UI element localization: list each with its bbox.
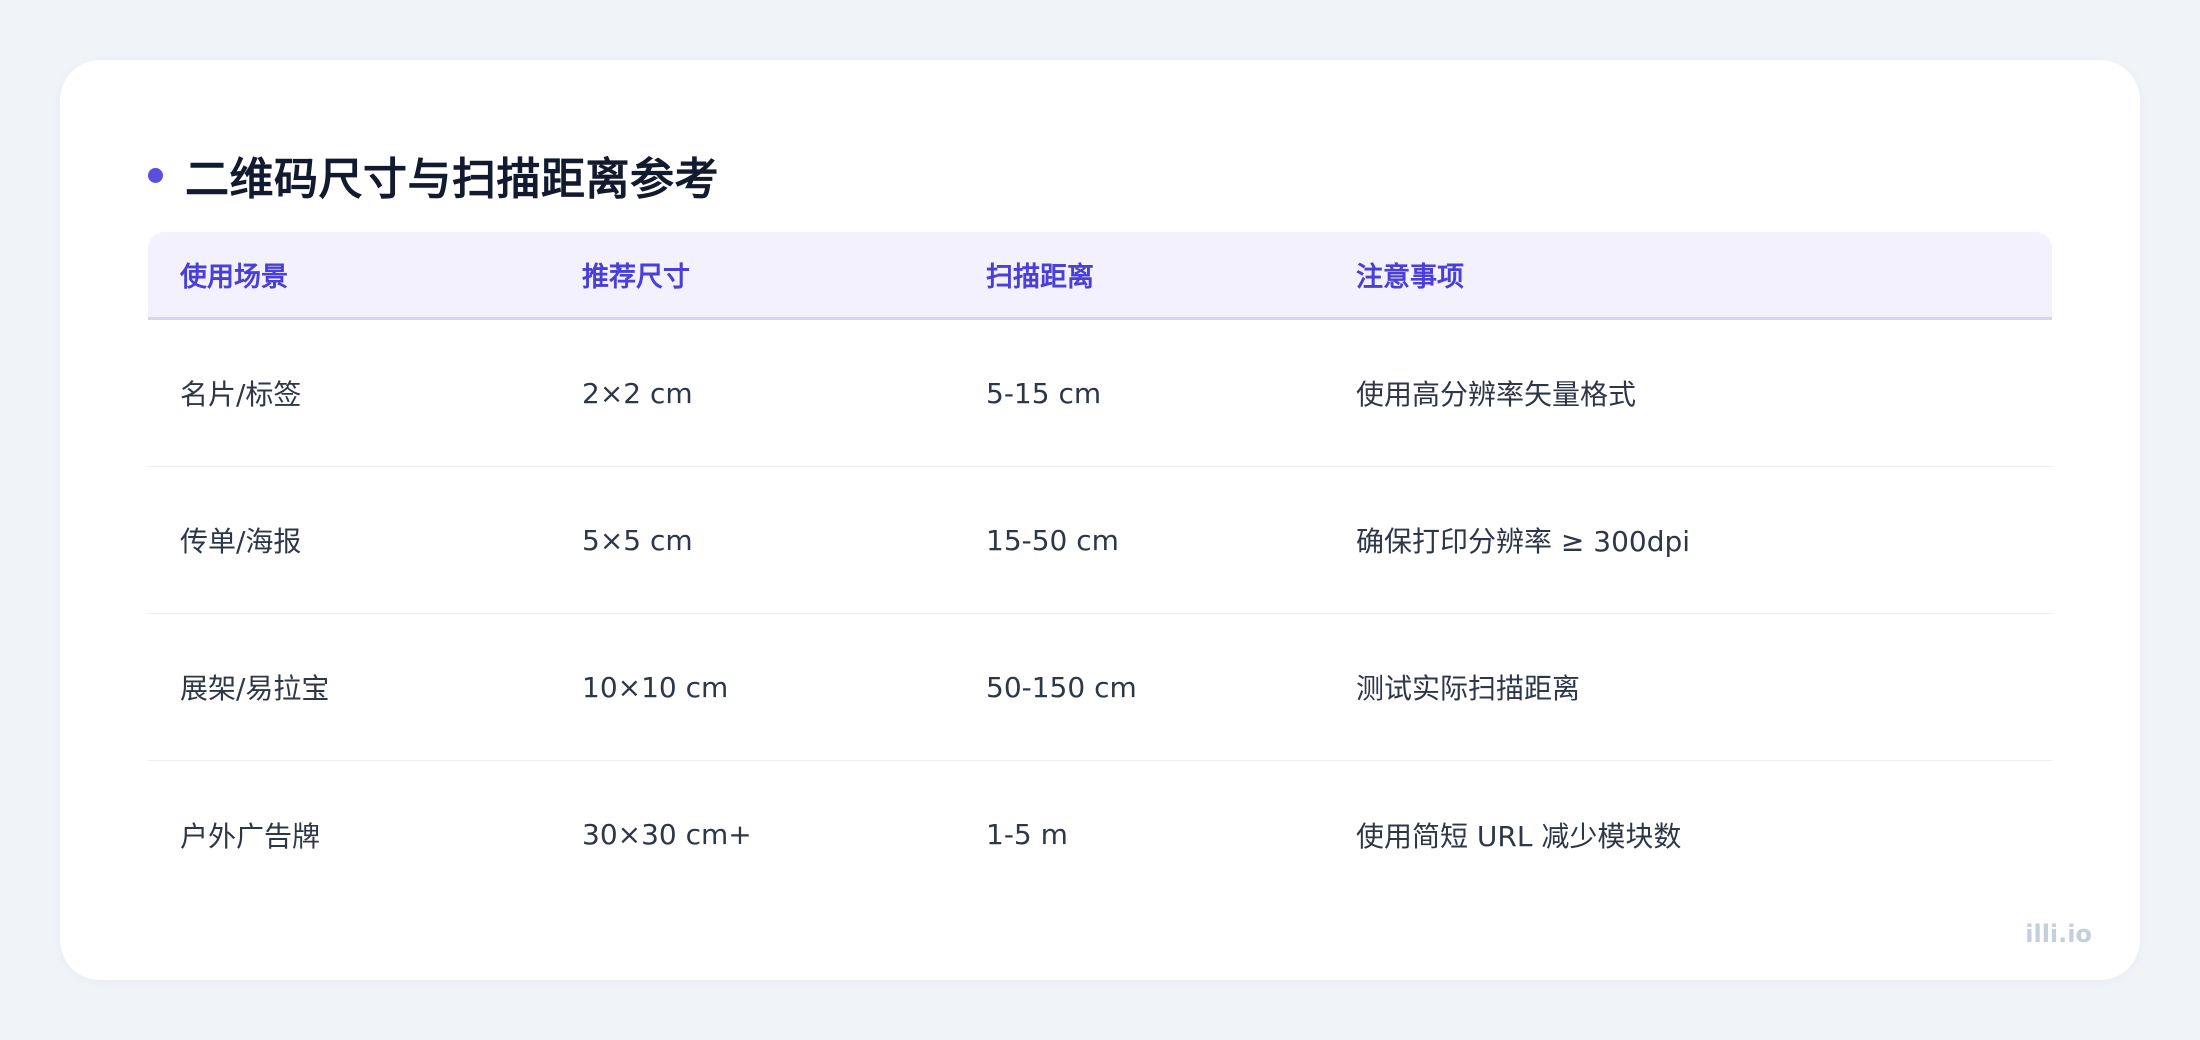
- table-header-row: 使用场景 推荐尺寸 扫描距离 注意事项: [148, 232, 2052, 320]
- cell-size: 10×10 cm: [582, 670, 729, 704]
- cell-scenario: 展架/易拉宝: [180, 672, 330, 705]
- cell-notes: 使用简短 URL 减少模块数: [1356, 819, 1682, 853]
- cell-notes: 测试实际扫描距离: [1356, 672, 1581, 705]
- table-row: 户外广告牌 30×30 cm+ 1-5 m 使用简短 URL 减少模块数: [148, 761, 2052, 908]
- table-row: 展架/易拉宝 10×10 cm 50-150 cm 测试实际扫描距离: [148, 614, 2052, 761]
- reference-table: 使用场景 推荐尺寸 扫描距离 注意事项 名片/标签 2×2 cm 5-15 cm…: [148, 232, 2052, 908]
- table-row: 名片/标签 2×2 cm 5-15 cm 使用高分辨率矢量格式: [148, 320, 2052, 467]
- cell-notes: 使用高分辨率矢量格式: [1356, 378, 1637, 411]
- page-title: 二维码尺寸与扫描距离参考: [185, 154, 719, 205]
- bullet-dot-icon: [148, 167, 163, 183]
- table-row: 传单/海报 5×5 cm 15-50 cm 确保打印分辨率 ≥ 300dpi: [148, 467, 2052, 614]
- cell-scenario: 户外广告牌: [180, 819, 321, 853]
- watermark: illi.io: [2025, 920, 2092, 948]
- cell-distance: 50-150 cm: [986, 670, 1137, 704]
- column-header-distance: 扫描距离: [986, 262, 1094, 293]
- section-title: 二维码尺寸与扫描距离参考: [148, 140, 719, 210]
- cell-size: 5×5 cm: [582, 523, 693, 557]
- cell-distance: 5-15 cm: [986, 376, 1102, 410]
- cell-size: 30×30 cm+: [582, 818, 752, 851]
- column-header-scenario: 使用场景: [180, 262, 288, 293]
- cell-distance: 15-50 cm: [986, 523, 1119, 557]
- content-card: 二维码尺寸与扫描距离参考 使用场景 推荐尺寸 扫描距离 注意事项 名片/标签 2…: [60, 60, 2140, 980]
- cell-scenario: 传单/海报: [180, 525, 302, 558]
- column-header-notes: 注意事项: [1356, 262, 1464, 293]
- cell-notes: 确保打印分辨率 ≥ 300dpi: [1356, 525, 1691, 558]
- cell-scenario: 名片/标签: [180, 378, 302, 411]
- column-header-size: 推荐尺寸: [582, 262, 690, 293]
- cell-distance: 1-5 m: [986, 818, 1068, 851]
- cell-size: 2×2 cm: [582, 376, 693, 410]
